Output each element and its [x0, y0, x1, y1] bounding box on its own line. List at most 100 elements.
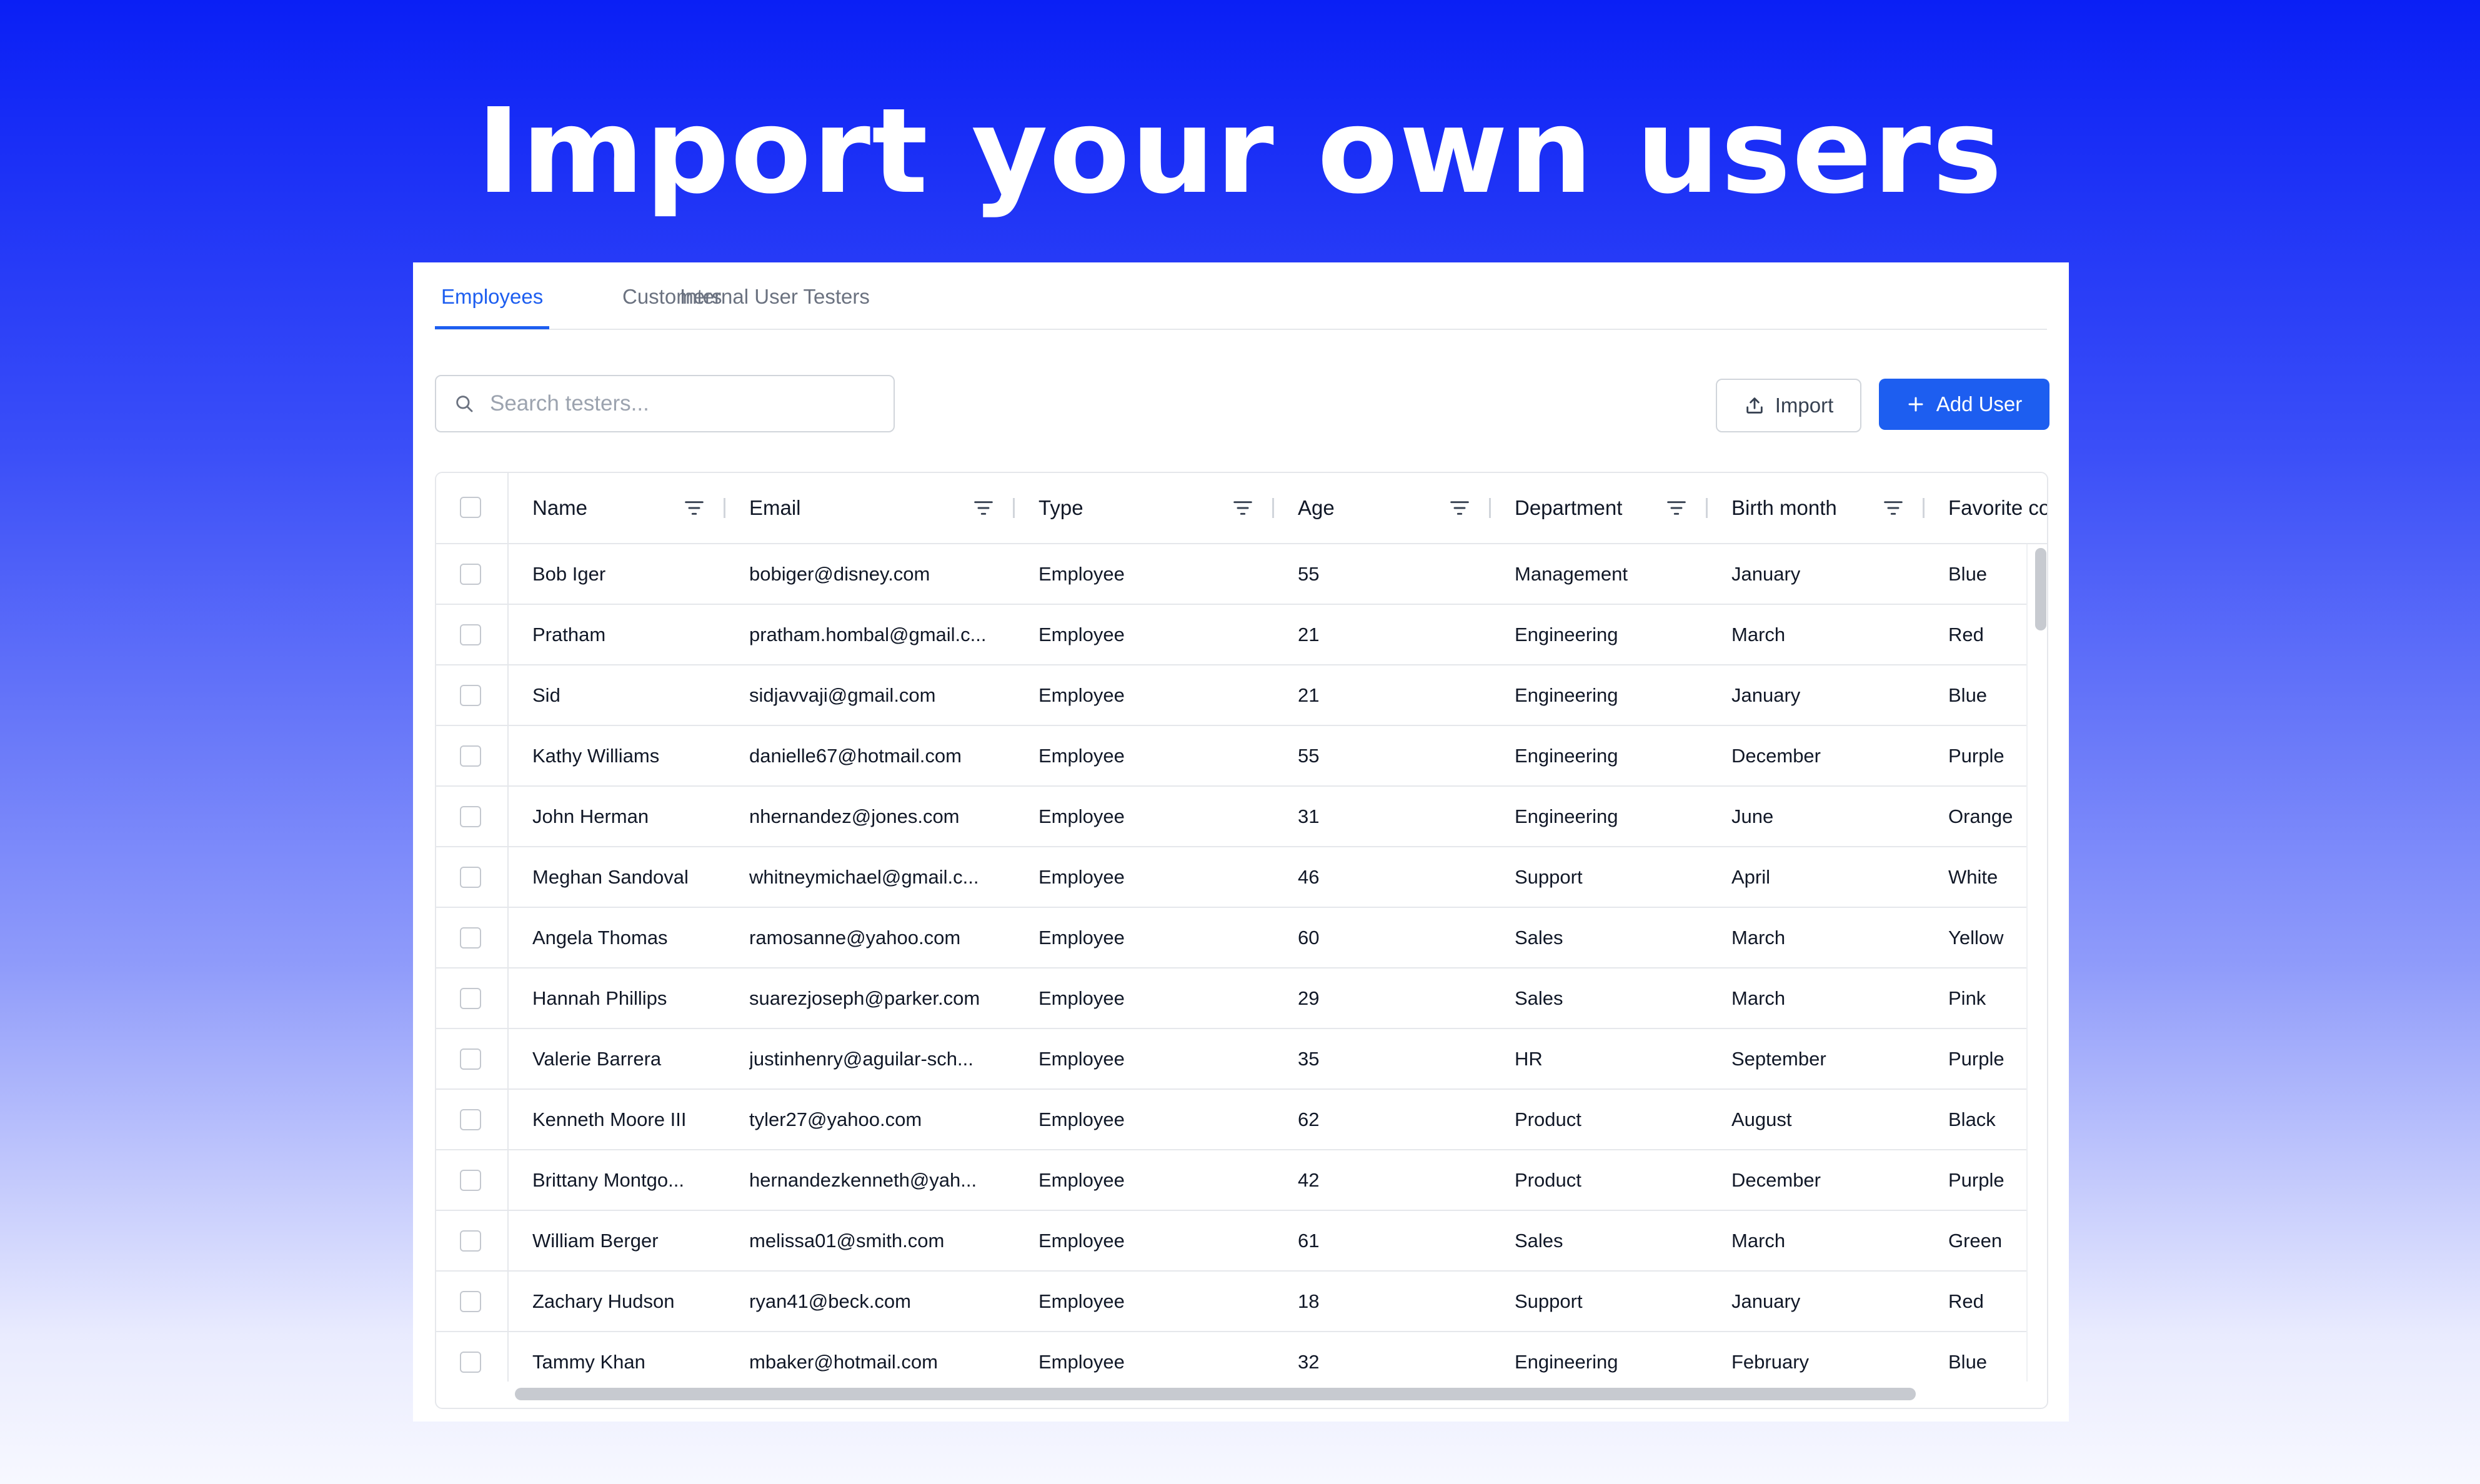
column-header-favorite-color[interactable]: Favorite co [1925, 473, 2048, 543]
cell-name: Hannah Phillips [532, 969, 724, 1028]
column-header-email[interactable]: Email [725, 473, 1015, 543]
import-button-label: Import [1775, 394, 1834, 417]
row-checkbox[interactable] [460, 1230, 481, 1252]
filter-icon[interactable] [974, 499, 993, 517]
cell-type: Employee [1038, 1332, 1273, 1382]
table-row[interactable]: Brittany Montgo...hernandezkenneth@yah..… [436, 1150, 2026, 1211]
column-header-type[interactable]: Type [1015, 473, 1274, 543]
row-select-cell [436, 908, 509, 969]
plus-icon [1906, 395, 1925, 414]
row-checkbox[interactable] [460, 624, 481, 645]
cell-type: Employee [1038, 908, 1273, 967]
cell-email: melissa01@smith.com [749, 1211, 1013, 1270]
column-header-label: Name [532, 496, 587, 520]
filter-icon[interactable] [1450, 499, 1470, 517]
row-select-cell [436, 787, 509, 847]
table-row[interactable]: Valerie Barrerajustinhenry@aguilar-sch..… [436, 1029, 2026, 1090]
table-row[interactable]: Kenneth Moore IIItyler27@yahoo.comEmploy… [436, 1090, 2026, 1150]
column-header-department[interactable]: Department [1491, 473, 1708, 543]
cell-age: 55 [1298, 544, 1490, 604]
cell-name: John Herman [532, 787, 724, 846]
cell-department: Engineering [1515, 605, 1706, 664]
cell-type: Employee [1038, 726, 1273, 785]
row-select-cell [436, 969, 509, 1029]
cell-age: 60 [1298, 908, 1490, 967]
row-checkbox[interactable] [460, 745, 481, 767]
filter-icon[interactable] [1233, 499, 1253, 517]
filter-icon[interactable] [1883, 499, 1903, 517]
cell-age: 31 [1298, 787, 1490, 846]
tab-employees[interactable]: Employees [435, 285, 549, 329]
cell-name: Meghan Sandoval [532, 847, 724, 907]
horizontal-scrollbar-thumb[interactable] [515, 1388, 1916, 1400]
row-select-cell [436, 726, 509, 787]
cell-favorite-color: Blue [1948, 544, 2026, 604]
table-row[interactable]: Sidsidjavvaji@gmail.comEmployee21Enginee… [436, 665, 2026, 726]
table-row[interactable]: Zachary Hudsonryan41@beck.comEmployee18S… [436, 1272, 2026, 1332]
column-header-birth-month[interactable]: Birth month [1708, 473, 1925, 543]
cell-name: Kathy Williams [532, 726, 724, 785]
filter-icon[interactable] [1666, 499, 1686, 517]
row-checkbox[interactable] [460, 867, 481, 888]
cell-type: Employee [1038, 665, 1273, 725]
vertical-scrollbar[interactable] [2026, 544, 2048, 1382]
cell-name: Kenneth Moore III [532, 1090, 724, 1149]
table-row[interactable]: John Hermannhernandez@jones.comEmployee3… [436, 787, 2026, 847]
search-input[interactable] [489, 391, 866, 417]
vertical-scrollbar-thumb[interactable] [2035, 548, 2046, 630]
table-row[interactable]: Kathy Williamsdanielle67@hotmail.comEmpl… [436, 726, 2026, 787]
cell-favorite-color: Blue [1948, 665, 2026, 725]
add-user-button[interactable]: Add User [1879, 379, 2049, 430]
cell-email: suarezjoseph@parker.com [749, 969, 1013, 1028]
cell-department: HR [1515, 1029, 1706, 1088]
row-select-cell [436, 1029, 509, 1090]
cell-birth-month: December [1731, 726, 1923, 785]
search-box[interactable] [435, 375, 895, 432]
cell-type: Employee [1038, 847, 1273, 907]
table-row[interactable]: Angela Thomasramosanne@yahoo.comEmployee… [436, 908, 2026, 969]
row-checkbox[interactable] [460, 1352, 481, 1373]
table-row[interactable]: Hannah Phillipssuarezjoseph@parker.comEm… [436, 969, 2026, 1029]
row-checkbox[interactable] [460, 1109, 481, 1130]
cell-birth-month: March [1731, 969, 1923, 1028]
upload-icon [1744, 395, 1765, 416]
cell-age: 62 [1298, 1090, 1490, 1149]
cell-email: justinhenry@aguilar-sch... [749, 1029, 1013, 1088]
table-row[interactable]: Bob Igerbobiger@disney.comEmployee55Mana… [436, 544, 2026, 605]
column-header-name[interactable]: Name [509, 473, 725, 543]
row-checkbox[interactable] [460, 988, 481, 1009]
cell-type: Employee [1038, 544, 1273, 604]
import-button[interactable]: Import [1716, 379, 1861, 432]
cell-age: 35 [1298, 1029, 1490, 1088]
cell-birth-month: August [1731, 1090, 1923, 1149]
users-table: Name Email Type Age Department Birth month Fav… [435, 472, 2048, 1409]
cell-birth-month: April [1731, 847, 1923, 907]
row-checkbox[interactable] [460, 685, 481, 706]
filter-icon[interactable] [684, 499, 704, 517]
table-row[interactable]: Meghan Sandovalwhitneymichael@gmail.c...… [436, 847, 2026, 908]
cell-age: 18 [1298, 1272, 1490, 1331]
cell-email: bobiger@disney.com [749, 544, 1013, 604]
row-checkbox[interactable] [460, 1291, 481, 1312]
row-checkbox[interactable] [460, 1170, 481, 1191]
tab-internal-user-testers[interactable]: Internal User Testers [674, 285, 876, 326]
horizontal-scrollbar[interactable] [509, 1382, 2047, 1407]
column-header-label: Favorite co [1948, 496, 2048, 520]
row-checkbox[interactable] [460, 1048, 481, 1070]
column-header-label: Department [1515, 496, 1622, 520]
row-checkbox[interactable] [460, 564, 481, 585]
column-header-label: Email [749, 496, 801, 520]
cell-email: mbaker@hotmail.com [749, 1332, 1013, 1382]
row-checkbox[interactable] [460, 806, 481, 827]
column-header-label: Type [1038, 496, 1083, 520]
row-select-cell [436, 1150, 509, 1211]
column-header-age[interactable]: Age [1274, 473, 1491, 543]
cell-age: 21 [1298, 665, 1490, 725]
table-row[interactable]: William Bergermelissa01@smith.comEmploye… [436, 1211, 2026, 1272]
select-all-checkbox[interactable] [460, 497, 481, 518]
table-row[interactable]: Tammy Khanmbaker@hotmail.comEmployee32En… [436, 1332, 2026, 1382]
cell-department: Support [1515, 1272, 1706, 1331]
row-checkbox[interactable] [460, 927, 481, 949]
table-row[interactable]: Prathampratham.hombal@gmail.c...Employee… [436, 605, 2026, 665]
add-user-button-label: Add User [1936, 392, 2023, 416]
